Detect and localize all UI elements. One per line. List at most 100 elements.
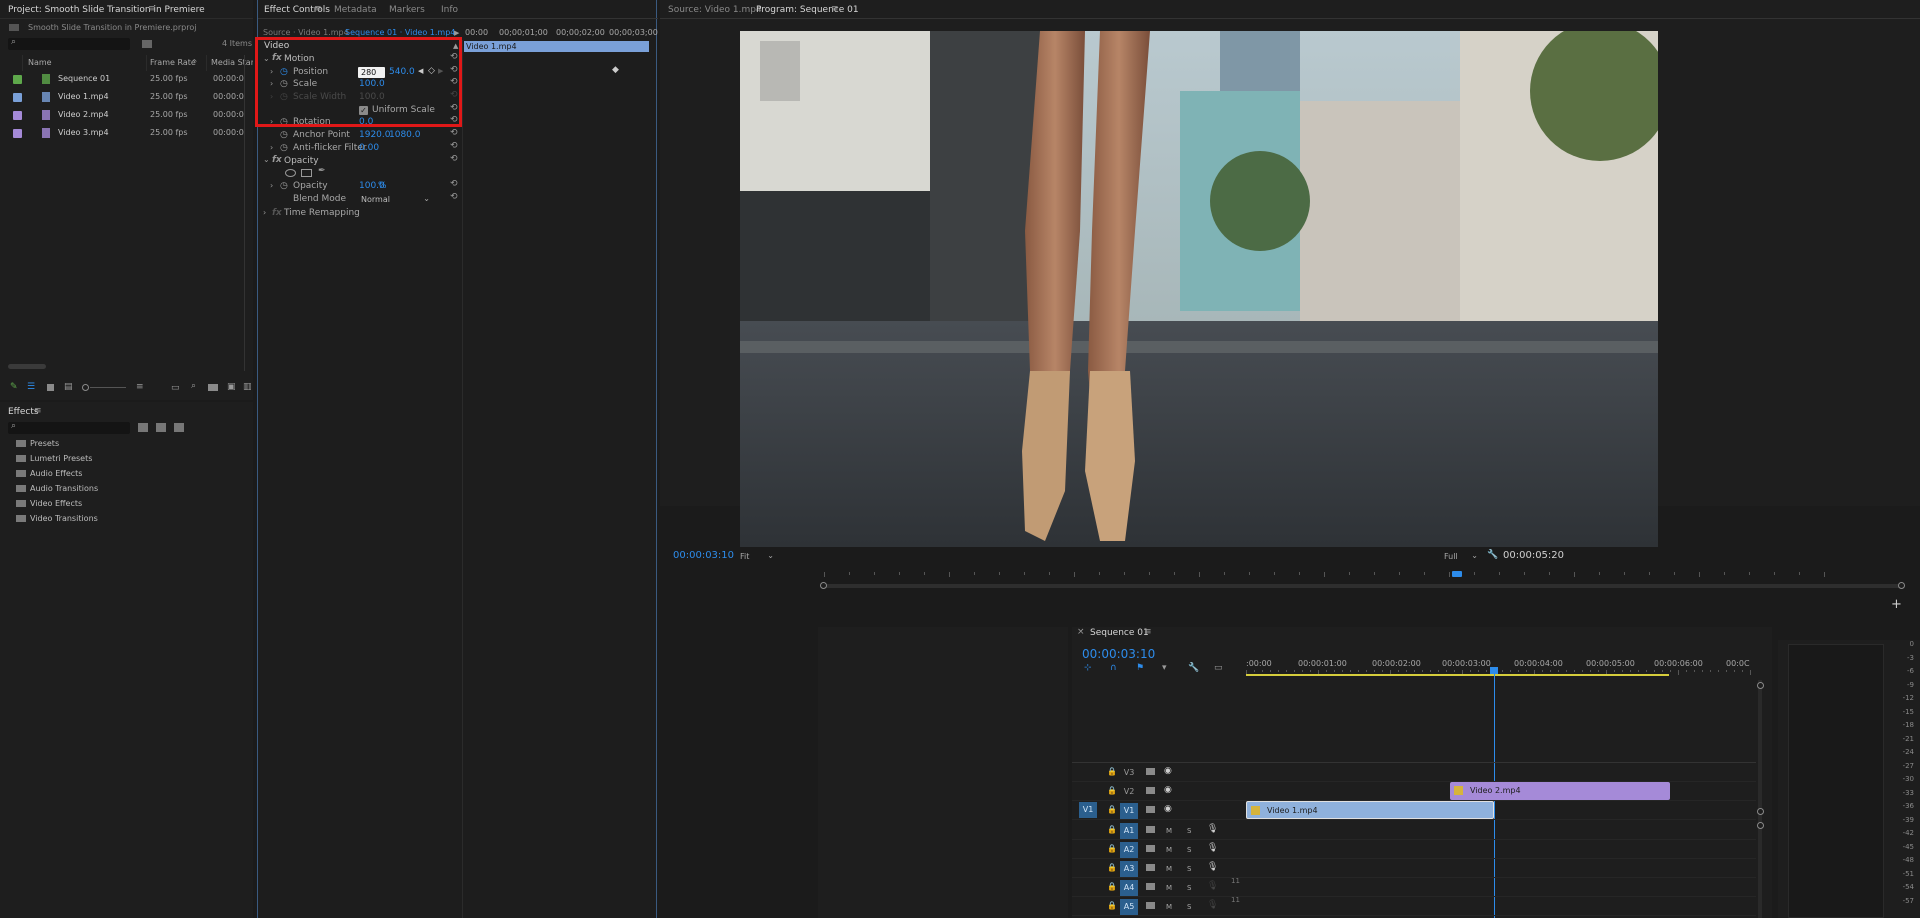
mute-button[interactable]: M — [1166, 899, 1172, 915]
pen-mask-icon[interactable]: ✒ — [318, 167, 326, 176]
column-media-start[interactable]: Media Star — [211, 55, 253, 71]
solo-button[interactable]: S — [1187, 899, 1191, 915]
keyframe-diamond-icon[interactable]: ◆ — [612, 66, 619, 75]
source-patch-v1[interactable]: V1 — [1079, 802, 1097, 818]
add-marker-icon[interactable]: ⚑ — [1136, 664, 1144, 673]
reset-icon[interactable]: ⟲ — [450, 155, 458, 164]
effects-folder-label[interactable]: Audio Transitions — [30, 481, 98, 497]
clip-video-1[interactable]: Video 1.mp4 — [1246, 801, 1494, 819]
new-bin-button-icon[interactable] — [208, 384, 218, 391]
lock-icon[interactable]: 🔒 — [1107, 902, 1117, 910]
tab-source-monitor[interactable]: Source: Video 1.mp4 — [668, 5, 762, 15]
project-item-name[interactable]: Video 1.mp4 — [58, 89, 109, 105]
solo-button[interactable]: S — [1187, 823, 1191, 839]
chevron-right-icon[interactable]: › — [270, 182, 273, 190]
pencil-icon[interactable]: ✎ — [10, 383, 18, 392]
work-area-bar[interactable] — [1246, 674, 1669, 676]
timeline-scroll-handle-2[interactable] — [1757, 808, 1764, 815]
eye-icon[interactable]: ◉ — [1164, 786, 1172, 795]
project-tab[interactable]: Project: Smooth Slide Transition in Prem… — [8, 5, 205, 15]
label-color-swatch[interactable] — [13, 93, 22, 102]
timeline-playhead-head[interactable] — [1490, 667, 1498, 674]
sort-icon[interactable]: ≡ — [136, 383, 144, 392]
solo-button[interactable]: S — [1187, 880, 1191, 896]
hamburger-icon[interactable]: ≡ — [34, 407, 42, 416]
yuv-effects-icon[interactable] — [174, 423, 184, 432]
zoom-bar-handle-right[interactable] — [1898, 582, 1905, 589]
freeform-view-icon[interactable]: ▤ — [64, 383, 73, 392]
32bit-effects-icon[interactable] — [156, 423, 166, 432]
lock-icon[interactable]: 🔒 — [1107, 768, 1117, 776]
track-target-toggle[interactable]: V2 — [1120, 784, 1138, 800]
new-bin-icon[interactable] — [142, 40, 152, 48]
sync-lock-icon[interactable] — [1146, 806, 1155, 813]
solo-button[interactable]: S — [1187, 861, 1191, 877]
column-name[interactable]: Name — [28, 55, 52, 71]
sort-up-icon[interactable]: ^ — [191, 59, 198, 67]
mute-button[interactable]: M — [1166, 861, 1172, 877]
linked-selection-icon[interactable]: ∩ — [1110, 664, 1117, 673]
chevron-right-icon[interactable]: › — [263, 209, 266, 217]
zoom-slider-handle[interactable] — [82, 384, 89, 391]
label-color-swatch[interactable] — [13, 75, 22, 84]
lock-icon[interactable]: 🔒 — [1107, 787, 1117, 795]
ellipse-mask-icon[interactable] — [285, 169, 296, 177]
hamburger-icon[interactable]: ≡ — [314, 5, 322, 14]
new-item-icon[interactable]: ▣ — [227, 383, 236, 392]
lock-icon[interactable]: 🔒 — [1107, 826, 1117, 834]
reset-icon[interactable]: ⟲ — [450, 180, 458, 189]
mic-icon[interactable]: 🎙 — [1207, 863, 1218, 872]
program-zoom-bar[interactable] — [822, 584, 1902, 588]
tab-markers[interactable]: Markers — [389, 5, 425, 15]
sync-lock-icon[interactable] — [1146, 787, 1155, 794]
track-lane[interactable] — [1246, 879, 1756, 897]
mute-button[interactable]: M — [1166, 880, 1172, 896]
timeline-scroll-handle[interactable] — [1757, 682, 1764, 689]
track-target-toggle[interactable]: A1 — [1120, 823, 1138, 839]
automate-icon[interactable]: ▭ — [171, 384, 180, 393]
program-ruler[interactable] — [824, 572, 1825, 578]
time-remapping-effect[interactable]: Time Remapping — [284, 205, 360, 221]
anchor-y-value[interactable]: 1080.0 — [389, 127, 421, 143]
effects-folder-label[interactable]: Video Transitions — [30, 511, 98, 527]
snap-icon[interactable]: ⊹ — [1084, 664, 1092, 673]
opacity-effect[interactable]: Opacity — [284, 153, 319, 169]
chevron-down-icon[interactable]: ⌄ — [263, 156, 270, 164]
eye-icon[interactable]: ◉ — [1164, 805, 1172, 814]
mic-icon[interactable]: 🎙 — [1207, 882, 1218, 891]
project-item-name[interactable]: Video 3.mp4 — [58, 125, 109, 141]
project-item-name[interactable]: Video 2.mp4 — [58, 107, 109, 123]
blend-mode-select[interactable]: Normal ⌄ — [359, 194, 432, 205]
quality-select[interactable]: Full ⌄ — [1444, 551, 1480, 563]
close-icon[interactable]: × — [1077, 628, 1085, 637]
track-lane[interactable] — [1246, 898, 1756, 916]
track-lane[interactable] — [1246, 822, 1756, 840]
tab-metadata[interactable]: Metadata — [334, 5, 377, 15]
effects-folder-label[interactable]: Audio Effects — [30, 466, 82, 482]
icon-view-icon[interactable] — [47, 384, 54, 391]
effects-folder-label[interactable]: Presets — [30, 436, 59, 452]
anti-flicker-value[interactable]: 0.00 — [359, 140, 379, 156]
find-icon[interactable]: ⌕ — [191, 382, 196, 391]
hamburger-icon[interactable]: ≡ — [831, 5, 839, 14]
effects-folder-label[interactable]: Lumetri Presets — [30, 451, 92, 467]
sync-lock-icon[interactable] — [1146, 883, 1155, 890]
sync-lock-icon[interactable] — [1146, 902, 1155, 909]
clear-icon[interactable]: ▥ — [243, 383, 252, 392]
clip-video-2[interactable]: Video 2.mp4 — [1450, 782, 1670, 800]
solo-button[interactable]: S — [1187, 842, 1191, 858]
add-button-icon[interactable]: + — [1891, 598, 1902, 611]
mic-icon[interactable]: 🎙 — [1207, 844, 1218, 853]
program-video-frame[interactable] — [740, 31, 1658, 547]
track-lane[interactable] — [1246, 764, 1756, 782]
accelerated-effects-icon[interactable] — [138, 423, 148, 432]
column-frame-rate[interactable]: Frame Rate — [150, 55, 196, 71]
sync-lock-icon[interactable] — [1146, 864, 1155, 871]
sync-lock-icon[interactable] — [1146, 845, 1155, 852]
timeline-settings-icon[interactable]: ▾ — [1162, 664, 1167, 673]
track-target-toggle[interactable]: A4 — [1120, 880, 1138, 896]
mute-button[interactable]: M — [1166, 842, 1172, 858]
track-target-toggle[interactable]: V1 — [1120, 803, 1138, 819]
project-item-name[interactable]: Sequence 01 — [58, 71, 110, 87]
tab-sequence-01[interactable]: Sequence 01 — [1090, 628, 1149, 638]
